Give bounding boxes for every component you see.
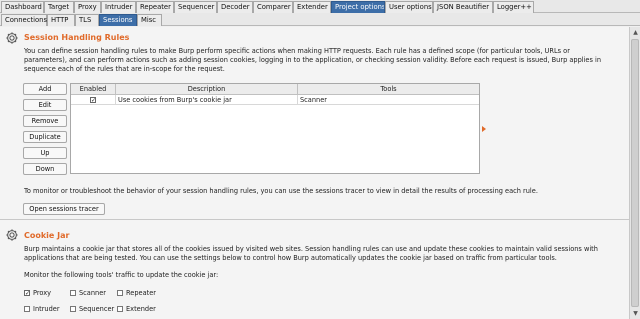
scroll-down-icon[interactable]: ▼ [631, 309, 640, 318]
subtab-misc[interactable]: Misc [137, 14, 162, 26]
checkbox-icon[interactable] [117, 290, 123, 296]
sessions-panel: Session Handling Rules You can define se… [0, 27, 629, 319]
column-header-tools[interactable]: Tools [298, 84, 479, 95]
gear-icon [6, 229, 18, 241]
checkbox-label: Extender [126, 305, 156, 313]
scroll-up-icon[interactable]: ▲ [631, 28, 640, 37]
checkbox-label: Sequencer [79, 305, 115, 313]
cookie-jar-title: Cookie Jar [24, 231, 70, 240]
tab-target[interactable]: Target [44, 1, 74, 13]
up-button[interactable]: Up [23, 147, 67, 159]
tab-extender[interactable]: Extender [293, 1, 331, 13]
session-handling-description: You can define session handling rules to… [24, 47, 602, 73]
rule-tools[interactable]: Scanner [298, 95, 479, 105]
section-divider [0, 219, 629, 220]
checkbox-icon[interactable]: ✓ [24, 290, 30, 297]
table-row[interactable]: ✓ [71, 95, 116, 105]
tool-checkbox-intruder[interactable]: Intruder [24, 305, 60, 313]
checkbox-label: Scanner [79, 289, 106, 297]
rule-enabled-checkbox[interactable]: ✓ [90, 97, 96, 104]
subtab-tls[interactable]: TLS [75, 14, 99, 26]
duplicate-button[interactable]: Duplicate [23, 131, 67, 143]
tool-checkbox-repeater[interactable]: Repeater [117, 289, 156, 297]
open-sessions-tracer-button[interactable]: Open sessions tracer [23, 203, 105, 215]
sessions-tracer-text: To monitor or troubleshoot the behavior … [24, 187, 538, 195]
tab-proxy[interactable]: Proxy [74, 1, 101, 13]
tab-decoder[interactable]: Decoder [217, 1, 253, 13]
checkbox-label: Proxy [33, 289, 52, 297]
expand-arrow-icon[interactable] [482, 126, 486, 132]
tab-json-beautifier[interactable]: JSON Beautifier [433, 1, 493, 13]
sub-tab-bar: Connections HTTP TLS Sessions Misc [0, 13, 640, 26]
tab-comparer[interactable]: Comparer [253, 1, 293, 13]
tab-user-options[interactable]: User options [385, 1, 433, 13]
tab-project-options[interactable]: Project options [331, 1, 385, 13]
edit-button[interactable]: Edit [23, 99, 67, 111]
checkbox-label: Repeater [126, 289, 156, 297]
tab-logger[interactable]: Logger++ [493, 1, 534, 13]
checkbox-icon[interactable] [70, 306, 76, 312]
tool-checkbox-proxy[interactable]: ✓ Proxy [24, 289, 51, 297]
tab-sequencer[interactable]: Sequencer [174, 1, 217, 13]
vertical-scrollbar[interactable]: ▲ ▼ [629, 27, 640, 319]
cookie-jar-description: Burp maintains a cookie jar that stores … [24, 245, 598, 262]
remove-button[interactable]: Remove [23, 115, 67, 127]
checkbox-icon[interactable] [70, 290, 76, 296]
main-tab-bar: Dashboard Target Proxy Intruder Repeater… [0, 0, 640, 13]
add-button[interactable]: Add [23, 83, 67, 95]
tab-intruder[interactable]: Intruder [101, 1, 136, 13]
gear-icon [6, 32, 18, 44]
rule-description[interactable]: Use cookies from Burp's cookie jar [116, 95, 298, 105]
column-header-description[interactable]: Description [116, 84, 298, 95]
monitor-tools-label: Monitor the following tools' traffic to … [24, 271, 219, 279]
session-handling-title: Session Handling Rules [24, 33, 130, 42]
tool-checkbox-extender[interactable]: Extender [117, 305, 156, 313]
subtab-http[interactable]: HTTP [47, 14, 75, 26]
scrollbar-thumb[interactable] [631, 39, 639, 307]
subtab-sessions[interactable]: Sessions [99, 14, 137, 26]
checkbox-icon[interactable] [24, 306, 30, 312]
checkbox-label: Intruder [33, 305, 60, 313]
tab-repeater[interactable]: Repeater [136, 1, 174, 13]
subtab-connections[interactable]: Connections [1, 14, 47, 26]
session-rules-table[interactable]: Enabled Description Tools ✓ Use cookies … [70, 83, 480, 174]
down-button[interactable]: Down [23, 163, 67, 175]
column-header-enabled[interactable]: Enabled [71, 84, 116, 95]
tab-dashboard[interactable]: Dashboard [1, 1, 44, 13]
tool-checkbox-sequencer[interactable]: Sequencer [70, 305, 114, 313]
tool-checkbox-scanner[interactable]: Scanner [70, 289, 106, 297]
checkbox-icon[interactable] [117, 306, 123, 312]
